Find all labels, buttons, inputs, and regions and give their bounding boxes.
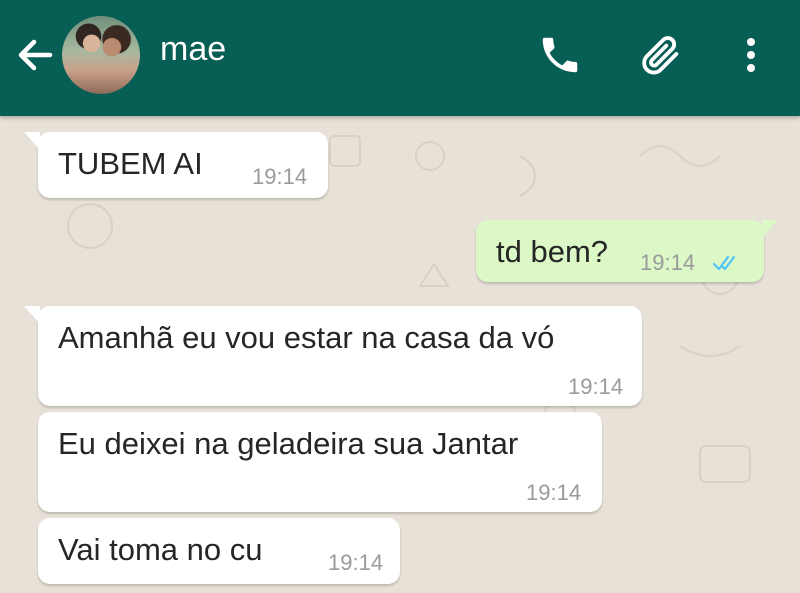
back-button[interactable] [14,34,56,76]
message-text: Eu deixei na geladeira sua Jantar [58,426,519,461]
message-bubble-incoming[interactable]: Amanhã eu vou estar na casa da vó 19:14 [24,306,642,406]
message-text: Amanhã eu vou estar na casa da vó [58,320,555,355]
call-button[interactable] [537,32,583,78]
read-receipt-icon [712,255,736,271]
more-vertical-icon [747,38,755,72]
message-bubble-incoming[interactable]: Eu deixei na geladeira sua Jantar 19:14 [38,412,602,512]
chat-area[interactable]: TUBEM AI 19:14 td bem? 19:14 Amanhã eu v… [0,116,800,593]
message-time: 19:14 [640,250,696,275]
arrow-left-icon [18,39,53,71]
message-text: Vai toma no cu [58,532,263,567]
overflow-menu-button[interactable] [728,32,774,78]
message-time: 19:14 [568,374,624,399]
phone-icon [542,37,578,73]
message-time: 19:14 [328,550,384,575]
message-text: TUBEM AI [58,146,203,181]
chat-header: mae [0,0,800,116]
message-bubble-incoming[interactable]: TUBEM AI 19:14 [24,132,328,198]
contact-avatar[interactable] [62,16,140,94]
message-bubble-incoming[interactable]: Vai toma no cu 19:14 [38,518,400,584]
attach-button[interactable] [638,32,684,78]
paperclip-icon [642,36,679,75]
contact-name[interactable]: mae [160,30,226,69]
message-text: td bem? [496,234,609,269]
message-time: 19:14 [526,480,582,505]
message-time: 19:14 [252,164,308,189]
message-bubble-outgoing[interactable]: td bem? 19:14 [476,220,778,282]
